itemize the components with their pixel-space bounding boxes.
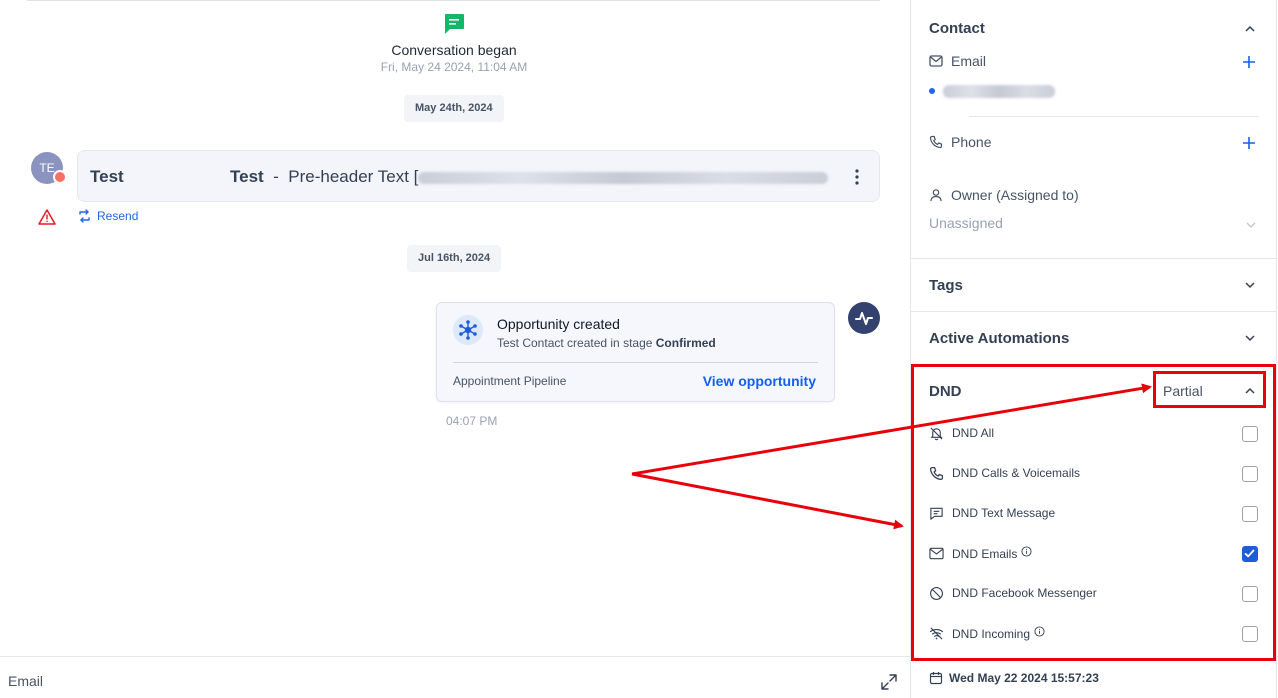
dnd-calls-checkbox[interactable] [1242,466,1258,482]
email-label: Email [951,53,987,69]
phone-label: Phone [951,134,992,150]
phone-icon [929,135,943,149]
email-message[interactable]: Test Test - Pre-header Text [ [77,150,880,202]
mail-icon [929,547,944,559]
opportunity-icon [453,315,483,345]
dnd-calls-label: DND Calls & Voicemails [952,466,1081,480]
date-separator: May 24th, 2024 [404,95,504,122]
check-icon [1244,549,1255,558]
dnd-facebook-checkbox[interactable] [1242,586,1258,602]
panel-border [1276,0,1277,698]
redacted-text [418,171,829,184]
divider [911,364,1277,365]
dnd-incoming-checkbox[interactable] [1242,626,1258,642]
dnd-emails-label: DND Emails [952,546,1018,561]
chevron-down-icon[interactable] [1243,331,1257,345]
resend-label: Resend [97,209,139,223]
date-separator: Jul 16th, 2024 [407,245,502,272]
chevron-up-icon[interactable] [1243,384,1257,398]
email-field-label: Email [929,53,986,69]
created-date-text: Wed May 22 2024 15:57:23 [949,671,1099,685]
opportunity-card: Opportunity created Test Contact created… [436,302,835,402]
email-subject: Test [90,167,124,186]
dnd-text-row: DND Text Message [929,503,1055,523]
wifi-off-icon [929,626,944,640]
conversation-pane: Conversation began Fri, May 24 2024, 11:… [0,0,910,698]
opportunity-subtitle: Test Contact created in stage Confirmed [497,336,716,350]
app-root: Conversation began Fri, May 24 2024, 11:… [0,0,1278,698]
warning-icon [38,209,56,225]
divider [27,0,880,1]
expand-icon[interactable] [880,673,898,691]
opportunity-stage: Confirmed [655,336,716,350]
dnd-facebook-row: DND Facebook Messenger [929,583,1097,603]
automations-section-title[interactable]: Active Automations [929,330,1069,347]
dnd-status[interactable]: Partial [1163,383,1203,399]
dnd-emails-label-wrap: DND Emails [952,545,1032,561]
calendar-icon [929,672,943,685]
resend-icon [79,209,90,223]
phone-field-label: Phone [929,134,991,150]
dnd-all-row: DND All [929,423,994,443]
conversation-began: Conversation began Fri, May 24 2024, 11:… [354,12,554,74]
email-preview: Pre-header Text [ [288,167,419,186]
email-badge-icon [53,170,67,184]
conversation-began-title: Conversation began [391,42,517,58]
contact-section-title[interactable]: Contact [929,20,985,37]
primary-dot [929,88,935,94]
dnd-text-label: DND Text Message [952,506,1056,520]
owner-label: Owner (Assigned to) [951,187,1079,203]
dnd-all-label: DND All [952,426,995,440]
dnd-section-title[interactable]: DND [929,383,962,400]
opportunity-subtitle-text: Test Contact created in stage [497,336,653,350]
dnd-text-checkbox[interactable] [1242,506,1258,522]
email-separator: - [273,167,279,186]
message-composer[interactable]: Email [0,656,910,698]
add-email-icon[interactable] [1242,55,1256,69]
divider [453,362,818,363]
created-date: Wed May 22 2024 15:57:23 [929,671,1099,685]
email-preview-line: Test - Pre-header Text [ [230,167,829,187]
chevron-up-icon[interactable] [1243,22,1257,36]
tags-section-title[interactable]: Tags [929,277,963,294]
redacted-email [943,85,1055,98]
more-options-icon[interactable] [849,167,865,187]
block-icon [930,586,943,600]
resend-button[interactable]: Resend [77,209,138,223]
dnd-incoming-label: DND Incoming [952,626,1031,641]
add-phone-icon[interactable] [1242,136,1256,150]
conversation-began-time: Fri, May 24 2024, 11:04 AM [380,60,528,74]
dnd-all-checkbox[interactable] [1242,426,1258,442]
bell-off-icon [930,426,943,440]
mail-icon [929,55,943,67]
contact-panel: Contact Email Phone Owner (Assigned to) … [910,0,1277,698]
dnd-emails-checkbox[interactable] [1242,546,1258,562]
opportunity-title: Opportunity created [497,316,620,332]
dnd-incoming-row: DND Incoming [929,623,1045,643]
dnd-incoming-label-wrap: DND Incoming [952,625,1045,641]
opportunity-time: 04:07 PM [446,414,498,428]
opportunity-pipeline: Appointment Pipeline [453,374,567,388]
email-subject-2: Test [230,167,264,186]
info-icon[interactable] [1034,625,1045,637]
divider [969,116,1259,117]
owner-value: Unassigned [929,215,1003,231]
divider [911,258,1277,259]
view-opportunity-link[interactable]: View opportunity [703,373,816,389]
composer-channel[interactable]: Email [8,673,43,689]
info-icon[interactable] [1021,545,1032,557]
phone-icon [929,466,944,480]
owner-field-label: Owner (Assigned to) [929,187,1079,203]
divider [911,311,1277,312]
chevron-down-icon[interactable] [1244,218,1258,232]
message-icon [930,507,943,520]
chevron-down-icon[interactable] [1243,278,1257,292]
user-icon [930,189,942,202]
activity-icon [848,302,880,334]
dnd-facebook-label: DND Facebook Messenger [952,586,1097,600]
dnd-calls-row: DND Calls & Voicemails [929,463,1080,483]
chat-bubble-icon [445,14,464,34]
owner-select[interactable]: Unassigned [929,215,1003,231]
dnd-emails-row: DND Emails [929,543,1032,563]
